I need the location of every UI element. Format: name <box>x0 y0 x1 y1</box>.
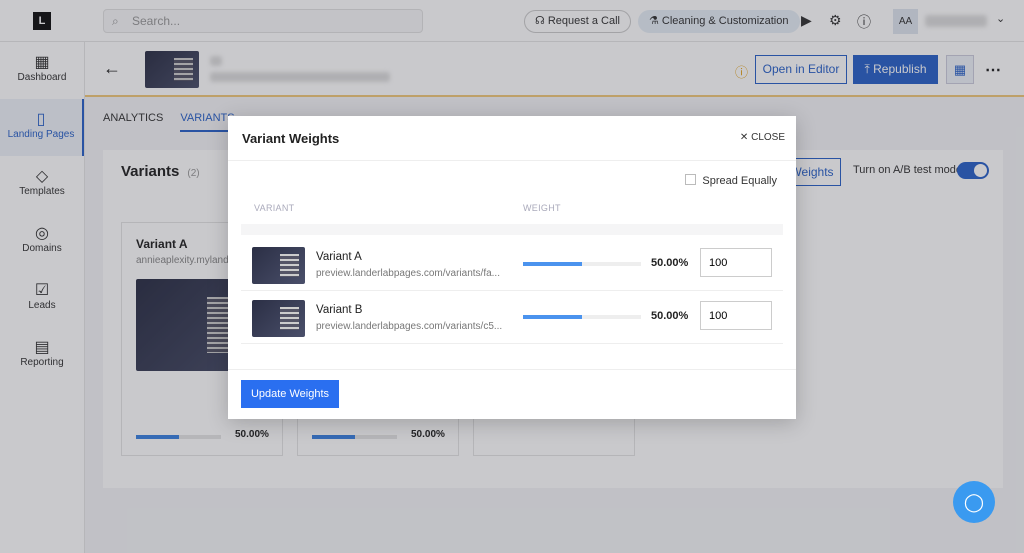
checkbox[interactable] <box>685 174 697 185</box>
close-label: CLOSE <box>751 132 785 143</box>
column-header-variant: VARIANT <box>254 203 295 213</box>
close-icon: ✕ <box>739 132 752 143</box>
weight-bar <box>523 315 641 319</box>
weight-percent: 50.00% <box>651 257 689 269</box>
table-row: Variant A preview.landerlabpages.com/var… <box>241 238 783 291</box>
close-button[interactable]: ✕ CLOSE <box>740 132 785 143</box>
table-row: Variant B preview.landerlabpages.com/var… <box>241 291 783 344</box>
variant-url[interactable]: preview.landerlabpages.com/variants/c5..… <box>316 321 502 332</box>
spread-equally-checkbox[interactable]: Spread Equally <box>685 174 777 187</box>
variant-name: Variant B <box>316 304 363 316</box>
modal-footer-divider <box>228 369 796 370</box>
divider <box>228 160 796 161</box>
variant-thumbnail <box>252 300 305 337</box>
weight-input[interactable] <box>700 248 772 277</box>
variant-weights-modal: Variant Weights ✕ CLOSE Spread Equally V… <box>228 116 796 419</box>
weight-bar <box>523 262 641 266</box>
weight-percent: 50.00% <box>651 310 689 322</box>
table-spacer <box>241 224 783 235</box>
chat-icon: ◯ <box>963 492 985 512</box>
column-header-weight: WEIGHT <box>523 203 561 213</box>
chat-support-button[interactable]: ◯ <box>953 481 995 523</box>
variant-url[interactable]: preview.landerlabpages.com/variants/fa..… <box>316 268 500 279</box>
weight-input[interactable] <box>700 301 772 330</box>
modal-title: Variant Weights <box>242 131 340 146</box>
variant-thumbnail <box>252 247 305 284</box>
update-weights-button[interactable]: Update Weights <box>241 380 339 408</box>
variant-name: Variant A <box>316 251 362 263</box>
spread-label: Spread Equally <box>702 175 777 187</box>
